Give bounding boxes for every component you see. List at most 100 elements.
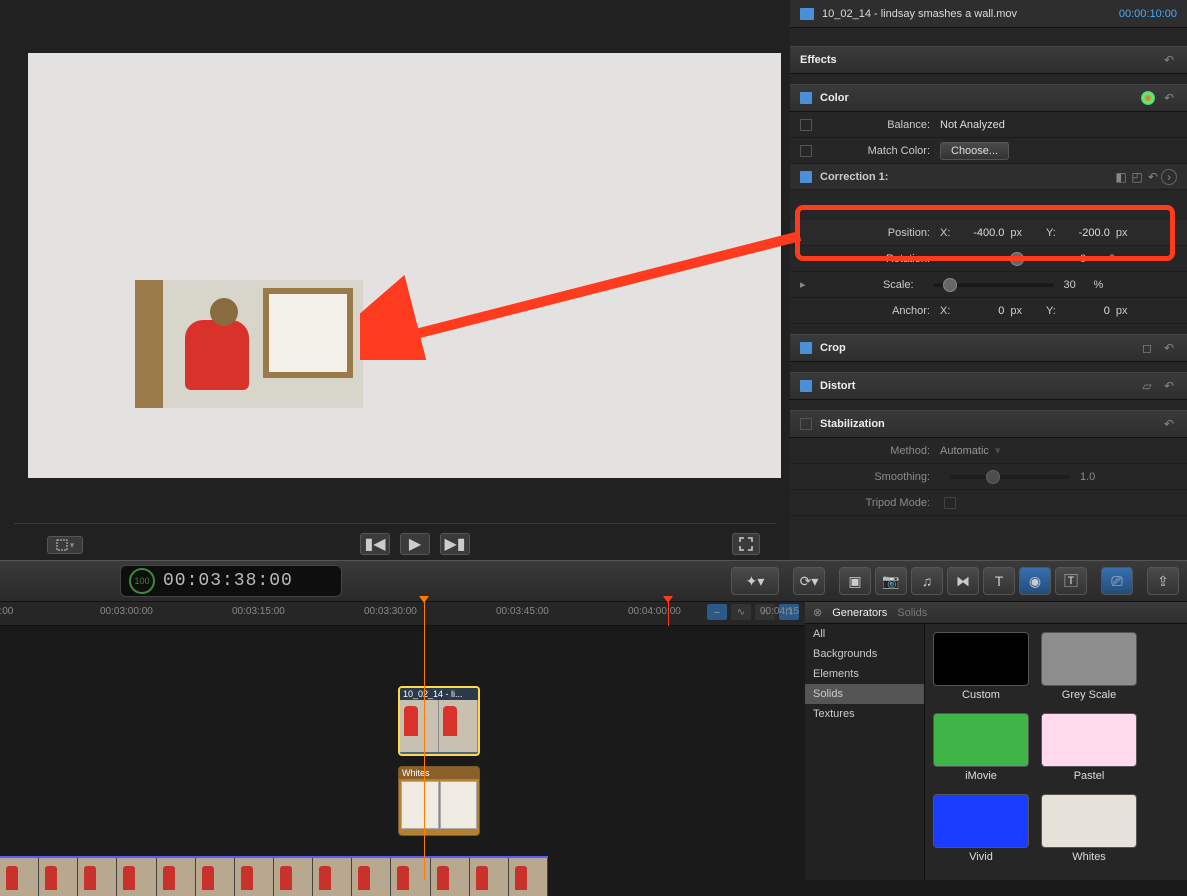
balance-row: Balance: Not Analyzed bbox=[790, 112, 1187, 138]
swatch-item[interactable]: Custom bbox=[933, 632, 1029, 701]
swatch-item[interactable]: Pastel bbox=[1041, 713, 1137, 782]
timeline-generator-clip[interactable]: Whites bbox=[398, 766, 480, 836]
enable-toggle[interactable] bbox=[800, 418, 812, 430]
music-button[interactable]: ♫ bbox=[911, 567, 943, 595]
viewer-area: ▾ ▮◀ ▶ ▶▮ bbox=[0, 0, 790, 560]
skimming-button[interactable]: ⎯ bbox=[707, 604, 727, 620]
audio-skim-button[interactable]: ∿ bbox=[731, 604, 751, 620]
enable-toggle[interactable] bbox=[800, 171, 812, 183]
distort-header[interactable]: Distort ▱↶ bbox=[790, 372, 1187, 400]
smoothing-row: Smoothing: 1.0 bbox=[790, 464, 1187, 490]
enable-toggle[interactable] bbox=[800, 92, 812, 104]
next-edit-button[interactable]: ▶▮ bbox=[440, 533, 470, 555]
tab-generators[interactable]: Generators bbox=[832, 607, 887, 619]
tripod-checkbox[interactable] bbox=[944, 497, 956, 509]
ruler-tick: 00:03:30:00 bbox=[364, 606, 417, 617]
enable-toggle[interactable] bbox=[800, 119, 812, 131]
category-item[interactable]: Backgrounds bbox=[805, 644, 924, 664]
ruler-tick: 00:04:15 bbox=[760, 606, 799, 617]
swatch-label: Custom bbox=[933, 689, 1029, 701]
distort-icon[interactable]: ▱ bbox=[1139, 378, 1155, 394]
timeline-clip[interactable]: 10_02_14 - li... bbox=[398, 686, 480, 756]
crop-icon[interactable]: ◻ bbox=[1139, 340, 1155, 356]
scale-row: ▸ Scale: 30 % bbox=[790, 272, 1187, 298]
disclosure-arrow[interactable]: ▸ bbox=[800, 278, 806, 291]
effects-header[interactable]: Effects ↶ bbox=[790, 46, 1187, 74]
crop-header[interactable]: Crop ◻↶ bbox=[790, 334, 1187, 362]
reset-icon[interactable]: ↶ bbox=[1161, 52, 1177, 68]
swatch-label: Whites bbox=[1041, 851, 1137, 863]
transitions-button[interactable]: ⧓ bbox=[947, 567, 979, 595]
titles-button[interactable]: T bbox=[983, 567, 1015, 595]
category-item[interactable]: Solids bbox=[805, 684, 924, 704]
reset-icon[interactable]: ↶ bbox=[1161, 378, 1177, 394]
stabilization-header[interactable]: Stabilization ↶ bbox=[790, 410, 1187, 438]
color-header[interactable]: Color ↶ bbox=[790, 84, 1187, 112]
themes-button[interactable]: 🅃 bbox=[1055, 567, 1087, 595]
enable-toggle[interactable] bbox=[800, 342, 812, 354]
swatch-icon bbox=[933, 794, 1029, 848]
render-indicator: 100 bbox=[129, 568, 155, 594]
inspector-button[interactable]: ⎚ bbox=[1101, 567, 1133, 595]
clip-duration: 00:00:10:00 bbox=[1119, 8, 1177, 20]
swatch-item[interactable]: Vivid bbox=[933, 794, 1029, 863]
timecode-display[interactable]: 100 00:03:38:00 bbox=[120, 565, 342, 597]
swatch-label: iMovie bbox=[933, 770, 1029, 782]
retime-menu-button[interactable]: ⟳▾ bbox=[793, 567, 825, 595]
library-button[interactable]: ▣ bbox=[839, 567, 871, 595]
category-item[interactable]: Textures bbox=[805, 704, 924, 724]
color-board-icon[interactable] bbox=[1141, 91, 1155, 105]
annotation-highlight bbox=[795, 205, 1175, 261]
browser-breadcrumb: ⊗ Generators Solids bbox=[805, 602, 1187, 624]
enable-toggle[interactable] bbox=[800, 145, 812, 157]
viewer-display-options-button[interactable]: ▾ bbox=[47, 536, 83, 554]
ruler-tick: 00:03:00:00 bbox=[100, 606, 153, 617]
go-icon[interactable]: › bbox=[1161, 169, 1177, 185]
swatch-grid: Custom Grey Scale iMovie Pastel Vivid Whites bbox=[925, 624, 1187, 880]
tab-solids[interactable]: Solids bbox=[897, 607, 927, 619]
reset-icon[interactable]: ↶ bbox=[1161, 340, 1177, 356]
swatch-icon bbox=[1041, 632, 1137, 686]
choose-button[interactable]: Choose... bbox=[940, 142, 1009, 160]
time-ruler[interactable]: ⎯ ∿ ∩ ⊓ 2:45:0000:03:00:0000:03:15:0000:… bbox=[0, 602, 805, 626]
fullscreen-button[interactable] bbox=[732, 533, 760, 555]
swatch-label: Vivid bbox=[933, 851, 1029, 863]
playhead[interactable] bbox=[424, 602, 425, 880]
transport-controls: ▮◀ ▶ ▶▮ bbox=[360, 533, 470, 555]
generators-button[interactable]: ◉ bbox=[1019, 567, 1051, 595]
mask-icon[interactable]: ◧ bbox=[1113, 169, 1129, 185]
category-item[interactable]: Elements bbox=[805, 664, 924, 684]
swatch-item[interactable]: Grey Scale bbox=[1041, 632, 1137, 701]
anchor-row: Anchor: X: 0 px Y: 0 px bbox=[790, 298, 1187, 324]
timeline-body[interactable]: 10_02_14 - li... Whites bbox=[0, 626, 805, 880]
swatch-icon bbox=[1041, 713, 1137, 767]
close-icon[interactable]: ⊗ bbox=[813, 606, 822, 619]
smoothing-slider[interactable] bbox=[950, 475, 1070, 479]
inspector-panel: 10_02_14 - lindsay smashes a wall.mov 00… bbox=[790, 0, 1187, 560]
enable-toggle[interactable] bbox=[800, 380, 812, 392]
ruler-tick: 00:03:45:00 bbox=[496, 606, 549, 617]
match-color-row: Match Color: Choose... bbox=[790, 138, 1187, 164]
swatch-icon bbox=[1041, 794, 1137, 848]
category-list: AllBackgroundsElementsSolidsTextures bbox=[805, 624, 925, 880]
prev-edit-button[interactable]: ▮◀ bbox=[360, 533, 390, 555]
photos-button[interactable]: 📷 bbox=[875, 567, 907, 595]
swatch-label: Grey Scale bbox=[1041, 689, 1137, 701]
viewer-canvas[interactable] bbox=[28, 53, 781, 478]
scale-slider[interactable] bbox=[934, 283, 1054, 287]
play-button[interactable]: ▶ bbox=[400, 533, 430, 555]
swatch-item[interactable]: Whites bbox=[1041, 794, 1137, 863]
reset-icon[interactable]: ↶ bbox=[1161, 90, 1177, 106]
primary-storyline[interactable] bbox=[0, 856, 548, 896]
reset-icon[interactable]: ↶ bbox=[1145, 169, 1161, 185]
swatch-item[interactable]: iMovie bbox=[933, 713, 1029, 782]
ruler-tick: 00:03:15:00 bbox=[232, 606, 285, 617]
enhance-menu-button[interactable]: ✦▾ bbox=[731, 567, 779, 595]
category-item[interactable]: All bbox=[805, 624, 924, 644]
method-row: Method: Automatic ▾ bbox=[790, 438, 1187, 464]
timeline[interactable]: ⎯ ∿ ∩ ⊓ 2:45:0000:03:00:0000:03:15:0000:… bbox=[0, 602, 805, 880]
share-button[interactable]: ⇪ bbox=[1147, 567, 1179, 595]
generators-browser: ⊗ Generators Solids AllBackgroundsElemen… bbox=[805, 602, 1187, 880]
reset-icon[interactable]: ↶ bbox=[1161, 416, 1177, 432]
camera-icon[interactable]: ◰ bbox=[1129, 169, 1145, 185]
